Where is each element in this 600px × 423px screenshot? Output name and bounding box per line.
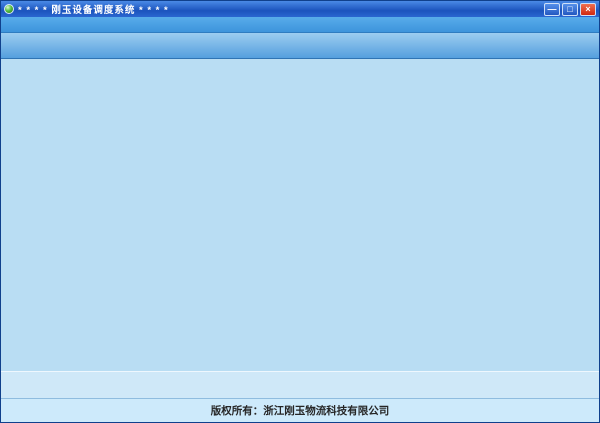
window-controls: — □ × <box>544 3 596 16</box>
bottom-tab-bar <box>1 371 599 398</box>
app-icon <box>4 4 14 14</box>
copyright-text: 版权所有：浙江刚玉物流科技有限公司 <box>211 403 390 418</box>
copyright-footer: 版权所有：浙江刚玉物流科技有限公司 <box>1 398 599 422</box>
menu-bar <box>1 17 599 33</box>
app-window: * * * * 刚玉设备调度系统 * * * * — □ × 版权所有：浙江刚玉… <box>0 0 600 423</box>
minimize-icon[interactable]: — <box>544 3 560 16</box>
title-bar: * * * * 刚玉设备调度系统 * * * * — □ × <box>1 1 599 17</box>
window-title: * * * * 刚玉设备调度系统 * * * * <box>18 2 540 16</box>
tab-strip <box>1 33 599 59</box>
main-area <box>1 59 599 371</box>
maximize-icon[interactable]: □ <box>562 3 578 16</box>
close-icon[interactable]: × <box>580 3 596 16</box>
